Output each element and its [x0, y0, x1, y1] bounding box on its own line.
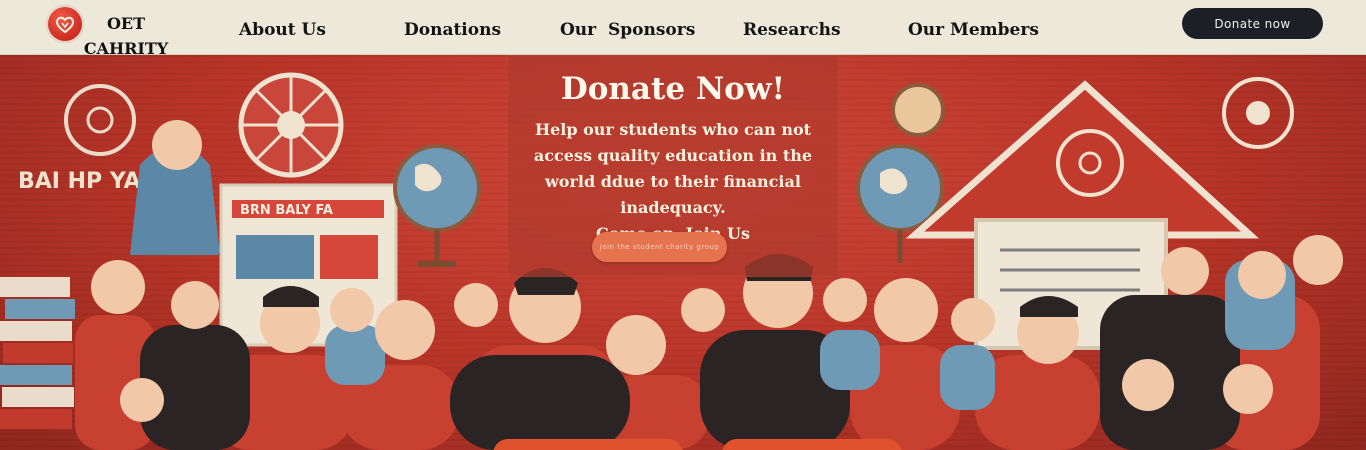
brand[interactable]: OET CAHRITY [46, 4, 176, 58]
nav-donations[interactable]: Donations [404, 20, 501, 40]
wall-sign-text: BAI HP YAP [18, 169, 157, 194]
ship-wheel-icon [238, 72, 344, 178]
globe-icon [393, 144, 481, 267]
compass-wheel-icon [64, 84, 136, 156]
hero-title: Donate Now! [560, 71, 786, 107]
nav-our-sponsors[interactable]: Our Sponsors [560, 20, 695, 40]
globe-icon [856, 144, 944, 263]
top-navbar: OET CAHRITY About Us Donations Our Spons… [0, 0, 1366, 58]
join-group-button[interactable]: Join the student charity group [592, 232, 727, 262]
donate-now-button[interactable]: Donate now [1182, 8, 1323, 39]
bottom-action-button-1[interactable] [493, 439, 683, 450]
bottom-action-button-2[interactable] [722, 439, 902, 450]
brand-name: OET CAHRITY [83, 14, 169, 58]
nav-our-members[interactable]: Our Members [908, 20, 1039, 40]
nav-researchs[interactable]: Researchs [743, 20, 841, 40]
nav-about-us[interactable]: About Us [239, 20, 326, 40]
board-label: BRN BALY FA [240, 203, 333, 218]
book-stack [0, 277, 75, 429]
hero-banner: BAI HP YAP BRN BALY FA Donate Now! Help … [0, 55, 1366, 450]
hero-description: Help our students who can not access qua… [533, 120, 813, 217]
